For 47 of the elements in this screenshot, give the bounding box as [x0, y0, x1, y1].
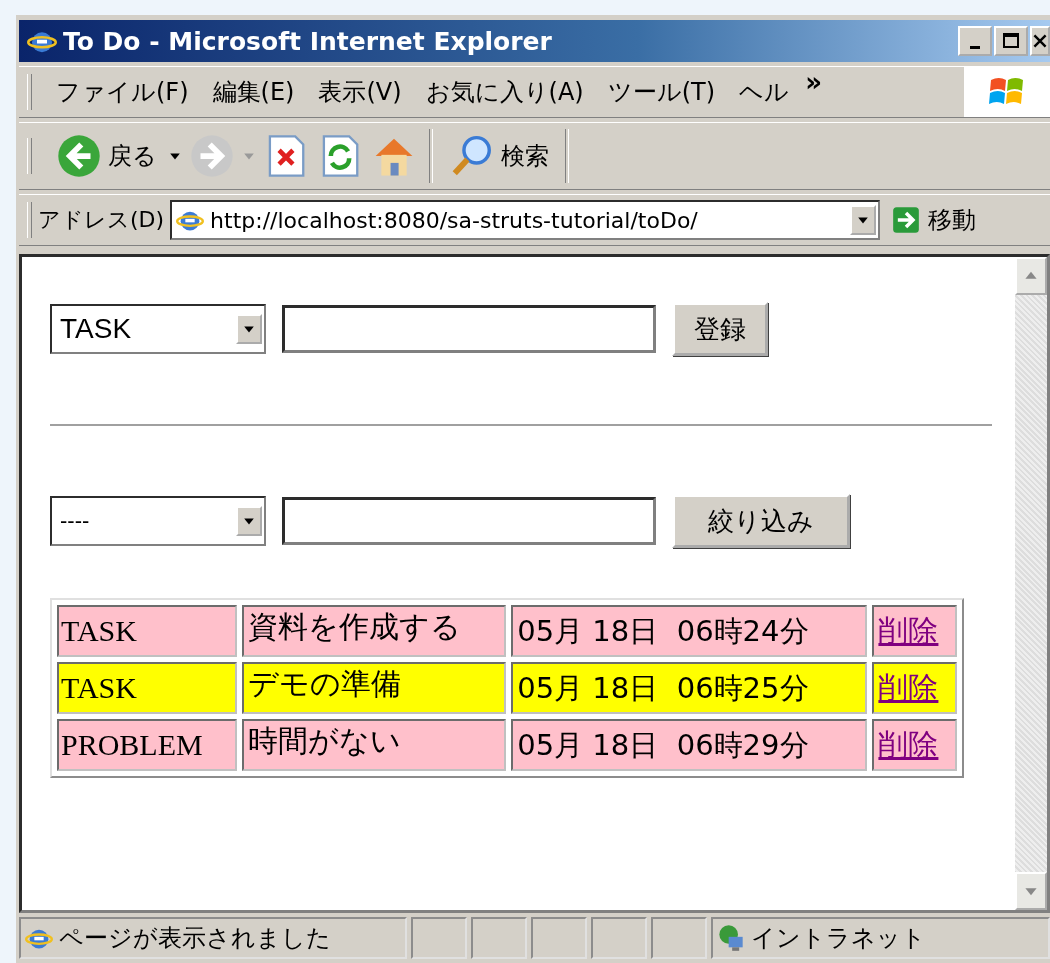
date-cell: 05月 18日 06時24分 — [511, 605, 868, 657]
content-cell: 時間がない — [242, 719, 507, 771]
maximize-button[interactable] — [994, 26, 1028, 56]
address-label: アドレス(D) — [38, 206, 165, 234]
type-select[interactable]: TASK — [50, 304, 266, 354]
menu-item[interactable]: 表示(V) — [306, 76, 414, 108]
menu-item[interactable]: ファイル(F) — [44, 76, 201, 108]
type-cell: PROBLEM — [57, 719, 237, 771]
zone-label: イントラネット — [751, 923, 926, 954]
date-cell: 05月 18日 06時25分 — [511, 662, 868, 714]
network-icon — [717, 924, 745, 952]
task-input[interactable] — [282, 305, 656, 353]
dropdown-button[interactable] — [236, 506, 262, 536]
vertical-scrollbar[interactable] — [1015, 257, 1047, 910]
status-panel — [591, 917, 647, 959]
menu-item[interactable]: 編集(E) — [200, 76, 307, 108]
minimize-button[interactable] — [958, 26, 992, 56]
content-cell: 資料を作成する — [242, 605, 507, 657]
type-select[interactable]: ---- — [50, 496, 266, 546]
type-cell: TASK — [57, 605, 237, 657]
filter-button[interactable]: 絞り込み — [672, 494, 850, 548]
menu-item[interactable]: ツール(T) — [595, 76, 728, 108]
status-panel — [471, 917, 527, 959]
status-panel — [531, 917, 587, 959]
filter-input[interactable] — [282, 497, 656, 545]
go-button[interactable]: 移動 — [892, 204, 977, 236]
scroll-up-button[interactable] — [1015, 257, 1047, 295]
search-button[interactable]: 検索 — [445, 133, 553, 179]
date-cell: 05月 18日 06時29分 — [511, 719, 868, 771]
back-button[interactable]: 戻る — [52, 133, 161, 179]
window-title: To Do - Microsoft Internet Explorer — [63, 26, 552, 56]
address-field[interactable]: http://localhost:8080/sa-struts-tutorial/toDo/ — [170, 200, 881, 240]
status-panel — [411, 917, 467, 959]
close-button[interactable] — [1030, 26, 1050, 56]
content-cell: デモの準備 — [242, 662, 507, 714]
dropdown-button[interactable] — [850, 205, 877, 235]
maximize-icon — [1001, 31, 1021, 51]
overflow-chevron[interactable]: » — [805, 67, 822, 97]
scroll-down-button[interactable] — [1015, 872, 1047, 910]
type-cell: TASK — [57, 662, 237, 714]
dropdown-button[interactable] — [236, 314, 262, 344]
minimize-icon — [970, 45, 980, 49]
register-button[interactable]: 登録 — [672, 302, 768, 356]
menu-item[interactable]: お気に入り(A) — [413, 76, 596, 108]
status-panel — [651, 917, 707, 959]
menu-item[interactable]: ヘル — [727, 76, 802, 108]
status-message: ページが表示されました — [59, 923, 331, 954]
